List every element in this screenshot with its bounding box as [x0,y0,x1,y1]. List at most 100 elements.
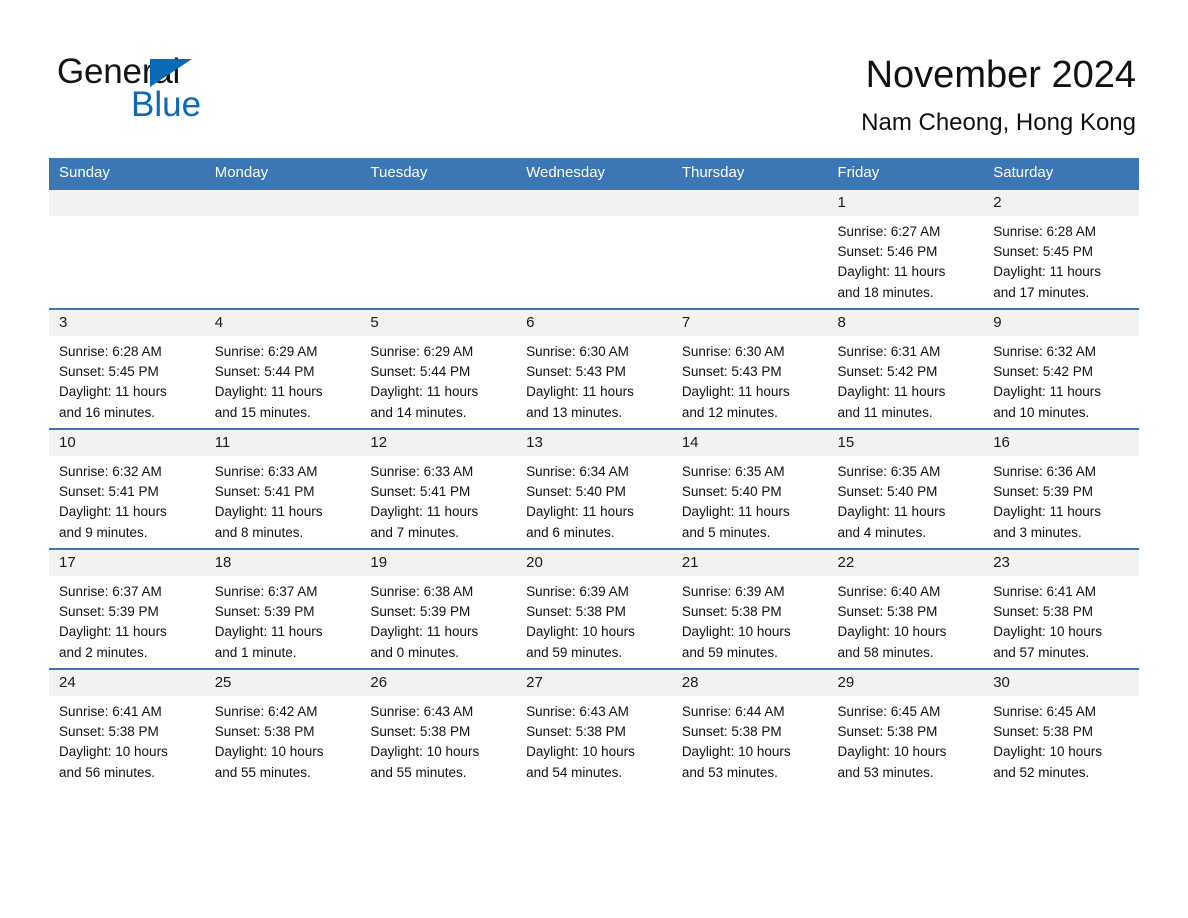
daylight-text-line1: Daylight: 11 hours [214,624,323,640]
calendar-day-cell[interactable]: 10 Sunrise: 6:32 AM Sunset: 5:41 PM Dayligh… [49,428,205,549]
weekday-header-monday: Monday [204,158,361,189]
sunset-text: Sunset: 5:45 PM [993,244,1094,260]
calendar-day-cell-empty [49,188,205,309]
day-details: Sunrise: 6:31 AM Sunset: 5:42 PM Daylight:… [828,336,984,423]
calendar-day-cell[interactable]: 19 Sunrise: 6:38 AM Sunset: 5:39 PM Dayligh… [360,548,517,669]
calendar-day-cell[interactable]: 27 Sunrise: 6:43 AM Sunset: 5:38 PM Dayligh… [516,668,672,788]
calendar-day-cell[interactable]: 14 Sunrise: 6:35 AM Sunset: 5:40 PM Dayligh… [671,428,828,549]
daylight-text-line1: Daylight: 11 hours [526,384,634,400]
daylight-text-line2: and 55 minutes. [370,764,467,780]
sunset-text: Sunset: 5:46 PM [837,244,938,260]
daylight-text-line1: Daylight: 10 hours [526,624,635,640]
day-details: Sunrise: 6:28 AM Sunset: 5:45 PM Daylight:… [983,216,1139,303]
daylight-text-line2: and 1 minute. [214,644,297,660]
calendar-day-cell[interactable]: 1 Sunrise: 6:27 AM Sunset: 5:46 PM Daylight… [827,188,984,309]
calendar-day-cell[interactable]: 5 Sunrise: 6:29 AM Sunset: 5:44 PM Daylight… [360,308,517,429]
day-details: Sunrise: 6:36 AM Sunset: 5:39 PM Daylight:… [983,456,1139,543]
calendar-day-cell[interactable]: 22 Sunrise: 6:40 AM Sunset: 5:38 PM Dayligh… [827,548,984,669]
day-details: Sunrise: 6:33 AM Sunset: 5:41 PM Daylight:… [205,456,361,543]
daylight-text-line2: and 0 minutes. [370,644,459,660]
calendar-day-cell-empty [204,188,361,309]
daylight-text-line2: and 53 minutes. [837,764,934,780]
daylight-text-line1: Daylight: 10 hours [59,744,168,760]
calendar-day-cell[interactable]: 30 Sunrise: 6:45 AM Sunset: 5:38 PM Dayligh… [983,668,1139,788]
daylight-text-line2: and 55 minutes. [214,764,311,780]
daylight-text-line1: Daylight: 10 hours [837,744,947,760]
triangle-icon [150,59,192,87]
sunrise-text: Sunrise: 6:29 AM [214,344,318,359]
day-number: 22 [827,550,984,576]
calendar-day-cell[interactable]: 18 Sunrise: 6:37 AM Sunset: 5:39 PM Dayligh… [204,548,361,669]
calendar-day-cell[interactable]: 24 Sunrise: 6:41 AM Sunset: 5:38 PM Dayligh… [49,668,205,788]
general-blue-logo[interactable]: General Blue [57,52,317,130]
daylight-text-line1: Daylight: 10 hours [993,624,1103,640]
sunset-text: Sunset: 5:38 PM [59,724,159,740]
calendar-day-cell[interactable]: 20 Sunrise: 6:39 AM Sunset: 5:38 PM Dayligh… [516,548,672,669]
calendar-day-cell[interactable]: 2 Sunrise: 6:28 AM Sunset: 5:45 PM Daylight… [983,188,1139,309]
sunset-text: Sunset: 5:39 PM [370,604,471,620]
daylight-text-line1: Daylight: 11 hours [214,384,323,400]
daylight-text-line1: Daylight: 11 hours [370,384,479,400]
calendar-day-cell[interactable]: 3 Sunrise: 6:28 AM Sunset: 5:45 PM Daylight… [49,308,205,429]
daylight-text-line1: Daylight: 11 hours [370,624,479,640]
sunset-text: Sunset: 5:38 PM [993,604,1094,620]
calendar-day-cell[interactable]: 26 Sunrise: 6:43 AM Sunset: 5:38 PM Dayligh… [360,668,517,788]
daylight-text-line1: Daylight: 11 hours [681,504,790,520]
calendar-day-cell[interactable]: 17 Sunrise: 6:37 AM Sunset: 5:39 PM Dayligh… [49,548,205,669]
weekday-header-wednesday: Wednesday [516,158,672,189]
day-details: Sunrise: 6:44 AM Sunset: 5:38 PM Daylight:… [672,696,828,783]
day-number: 29 [827,670,984,696]
sunrise-text: Sunrise: 6:37 AM [59,584,162,599]
day-number: 28 [671,670,828,696]
sunset-text: Sunset: 5:42 PM [993,364,1094,380]
calendar-day-cell[interactable]: 13 Sunrise: 6:34 AM Sunset: 5:40 PM Dayligh… [516,428,672,549]
day-details: Sunrise: 6:37 AM Sunset: 5:39 PM Daylight:… [49,576,205,663]
page-title: November 2024 [865,54,1136,96]
calendar-header-row: Sunday Monday Tuesday Wednesday Thursday… [49,158,1139,189]
calendar-day-cell[interactable]: 4 Sunrise: 6:29 AM Sunset: 5:44 PM Daylight… [204,308,361,429]
calendar-day-cell[interactable]: 23 Sunrise: 6:41 AM Sunset: 5:38 PM Dayligh… [983,548,1139,669]
calendar-day-cell[interactable]: 6 Sunrise: 6:30 AM Sunset: 5:43 PM Daylight… [516,308,672,429]
sunrise-text: Sunrise: 6:32 AM [993,344,1097,359]
daylight-text-line1: Daylight: 11 hours [681,384,790,400]
day-details: Sunrise: 6:41 AM Sunset: 5:38 PM Daylight:… [983,576,1139,663]
day-number: 8 [827,310,984,336]
daylight-text-line1: Daylight: 10 hours [370,744,480,760]
calendar-day-cell[interactable]: 12 Sunrise: 6:33 AM Sunset: 5:41 PM Dayligh… [360,428,517,549]
calendar-day-cell[interactable]: 7 Sunrise: 6:30 AM Sunset: 5:43 PM Daylight… [671,308,828,429]
day-number: 24 [49,670,205,696]
daylight-text-line2: and 3 minutes. [993,524,1082,540]
day-number: 12 [360,430,517,456]
daylight-text-line2: and 54 minutes. [526,764,623,780]
calendar-day-cell[interactable]: 25 Sunrise: 6:42 AM Sunset: 5:38 PM Dayligh… [204,668,361,788]
calendar-day-cell[interactable]: 28 Sunrise: 6:44 AM Sunset: 5:38 PM Dayligh… [671,668,828,788]
day-details: Sunrise: 6:34 AM Sunset: 5:40 PM Daylight:… [516,456,672,543]
sunrise-text: Sunrise: 6:36 AM [993,464,1097,479]
sunset-text: Sunset: 5:41 PM [370,484,471,500]
daylight-text-line2: and 12 minutes. [681,404,778,420]
day-number: 9 [983,310,1139,336]
day-details: Sunrise: 6:38 AM Sunset: 5:39 PM Daylight:… [360,576,516,663]
sunset-text: Sunset: 5:43 PM [681,364,782,380]
day-number: 10 [49,430,205,456]
day-number: 4 [204,310,361,336]
daylight-text-line2: and 56 minutes. [59,764,156,780]
sunrise-text: Sunrise: 6:27 AM [837,224,941,239]
calendar-day-cell[interactable]: 9 Sunrise: 6:32 AM Sunset: 5:42 PM Daylight… [983,308,1139,429]
calendar-week-row: 10 Sunrise: 6:32 AM Sunset: 5:41 PM Dayligh… [49,428,1139,549]
calendar-day-cell[interactable]: 29 Sunrise: 6:45 AM Sunset: 5:38 PM Dayligh… [827,668,984,788]
sunset-text: Sunset: 5:38 PM [681,724,782,740]
day-details: Sunrise: 6:45 AM Sunset: 5:38 PM Daylight:… [828,696,984,783]
day-number: 17 [49,550,205,576]
calendar-day-cell[interactable]: 11 Sunrise: 6:33 AM Sunset: 5:41 PM Dayligh… [204,428,361,549]
sunrise-text: Sunrise: 6:34 AM [526,464,629,479]
calendar-day-cell[interactable]: 16 Sunrise: 6:36 AM Sunset: 5:39 PM Dayligh… [983,428,1139,549]
daylight-text-line1: Daylight: 11 hours [526,504,634,520]
sunset-text: Sunset: 5:38 PM [681,604,782,620]
daylight-text-line2: and 52 minutes. [993,764,1090,780]
day-number: 6 [516,310,672,336]
calendar-day-cell[interactable]: 8 Sunrise: 6:31 AM Sunset: 5:42 PM Daylight… [827,308,984,429]
calendar-day-cell[interactable]: 15 Sunrise: 6:35 AM Sunset: 5:40 PM Dayligh… [827,428,984,549]
sunrise-text: Sunrise: 6:30 AM [681,344,785,359]
calendar-day-cell[interactable]: 21 Sunrise: 6:39 AM Sunset: 5:38 PM Dayligh… [671,548,828,669]
